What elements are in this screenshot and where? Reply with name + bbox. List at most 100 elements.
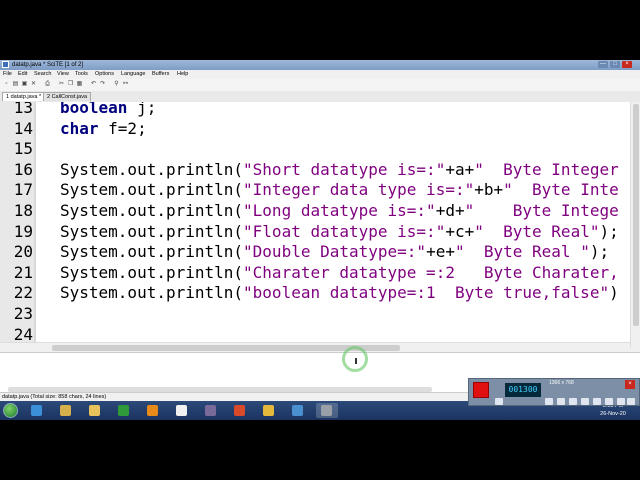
code-editor[interactable]: 13 boolean j; 14 char f=2; 15 16 System.out.pr… [0, 102, 640, 342]
code-token: ); [599, 221, 619, 241]
pause-icon[interactable] [495, 398, 503, 405]
new-icon[interactable]: ▫ [3, 81, 10, 88]
chrome-icon[interactable] [258, 403, 280, 418]
clock-date: 26-Nov-20 [600, 411, 626, 417]
copy-icon[interactable]: ❐ [67, 81, 74, 88]
media-player-icon-glyph [147, 405, 158, 416]
scite-icon[interactable] [316, 403, 338, 418]
close-window-button[interactable]: × [622, 61, 632, 68]
code-line[interactable]: 19 System.out.println("Float datatype is=… [0, 222, 630, 243]
save-icon[interactable]: ▣ [21, 81, 28, 88]
code-token: +c+ [445, 221, 475, 241]
vertical-scroll-thumb[interactable] [633, 104, 639, 326]
folder-icon[interactable] [84, 403, 106, 418]
string-token: " Byte Real " [454, 242, 590, 262]
menu-help[interactable]: Help [177, 70, 188, 79]
code-token: j; [127, 102, 157, 117]
files-icon-glyph [292, 405, 303, 416]
menu-language[interactable]: Language [121, 70, 145, 79]
code-token: System.out.println( [60, 221, 244, 241]
code-line[interactable]: 18 System.out.println("Long datatype is=:… [0, 201, 630, 222]
ie-icon[interactable] [26, 403, 48, 418]
paste-icon[interactable]: ▦ [76, 81, 83, 88]
mic-icon[interactable] [557, 398, 565, 405]
keyword-token: char [60, 118, 99, 138]
tab-callconst[interactable]: 2 CallConst.java [43, 92, 92, 101]
code-line[interactable]: 22 System.out.println("boolean datatype=:… [0, 283, 630, 304]
line-code: System.out.println("Long datatype is=:"+… [60, 201, 619, 222]
line-number: 14 [13, 118, 33, 138]
pen-icon[interactable] [593, 398, 601, 405]
settings-icon[interactable] [581, 398, 589, 405]
vertical-scrollbar[interactable] [630, 102, 640, 348]
code-token: ) [609, 283, 619, 303]
print-icon[interactable]: ⎙ [44, 81, 51, 88]
gear-icon[interactable] [617, 398, 625, 405]
network-icon-glyph [205, 405, 216, 416]
close-icon[interactable]: ✕ [30, 81, 37, 88]
menu-edit[interactable]: Edit [18, 70, 27, 79]
replace-icon[interactable]: ⚯ [122, 81, 129, 88]
start-button[interactable] [3, 403, 18, 418]
code-line[interactable]: 14 char f=2; [0, 119, 630, 140]
code-token: System.out.println( [60, 180, 244, 200]
open-icon[interactable]: ▤ [12, 81, 19, 88]
code-line[interactable]: 20 System.out.println("Double Datatype=:"… [0, 242, 630, 263]
undo-icon[interactable]: ↶ [90, 81, 97, 88]
editor-icon[interactable] [171, 403, 193, 418]
line-code: System.out.println("boolean datatype=:1 … [60, 283, 619, 304]
menu-file[interactable]: File [3, 70, 12, 79]
webcam-icon[interactable] [569, 398, 577, 405]
line-number: 24 [13, 324, 33, 342]
tab-datatp[interactable]: 1 datatp.java * [2, 92, 46, 101]
cut-icon[interactable]: ✂ [58, 81, 65, 88]
line-number: 22 [13, 283, 33, 303]
string-token: "Double Datatype=:" [243, 242, 427, 262]
network-icon[interactable] [200, 403, 222, 418]
volume-icon[interactable] [545, 398, 553, 405]
files-icon[interactable] [287, 403, 309, 418]
code-line[interactable]: 17 System.out.println("Integer data type … [0, 180, 630, 201]
minimize-button[interactable]: — [598, 61, 608, 68]
string-token: "boolean datatype=:1 Byte true,false" [243, 283, 610, 303]
line-number: 20 [13, 242, 33, 262]
recording-timer: 001300 [505, 383, 541, 397]
chrome-green-icon[interactable] [113, 403, 135, 418]
code-line[interactable]: 23 [0, 304, 630, 325]
menu-buffers[interactable]: Buffers [152, 70, 169, 79]
code-line[interactable]: 16 System.out.println("Short datatype is=… [0, 160, 630, 181]
record-stop-button[interactable] [473, 382, 489, 398]
redo-icon[interactable]: ↷ [99, 81, 106, 88]
scite-app-icon [2, 61, 9, 68]
menu-view[interactable]: View [57, 70, 69, 79]
menu-tools[interactable]: Tools [75, 70, 88, 79]
media-player-icon[interactable] [142, 403, 164, 418]
recorder-close-button[interactable]: × [625, 380, 635, 389]
code-token: +e+ [426, 242, 455, 262]
window-title: datatp.java * SciTE [1 of 2] [12, 62, 84, 68]
string-token: "Integer data type is=:" [243, 180, 475, 200]
line-number: 17 [13, 180, 33, 200]
text-cursor-icon [355, 358, 357, 364]
scite-icon-glyph [321, 405, 332, 416]
code-line[interactable]: 21 System.out.println("Charater datatype … [0, 263, 630, 284]
code-token: f=2; [98, 118, 147, 138]
info-icon[interactable] [627, 398, 635, 405]
code-token: +b+ [474, 180, 504, 200]
find-icon[interactable]: ⚲ [113, 81, 120, 88]
code-line[interactable]: 24 [0, 325, 630, 342]
menu-search[interactable]: Search [34, 70, 51, 79]
string-token: "Long datatype is=:" [243, 201, 436, 220]
explorer-icon[interactable] [55, 403, 77, 418]
menu-bar: File Edit Search View Tools Options Lang… [0, 70, 640, 79]
zoom-icon[interactable] [605, 398, 613, 405]
recorder-icon[interactable] [229, 403, 251, 418]
code-token: System.out.println( [60, 242, 244, 262]
maximize-button[interactable]: □ [610, 61, 620, 68]
menu-options[interactable]: Options [95, 70, 114, 79]
chrome-icon-glyph [263, 405, 274, 416]
line-number: 15 [13, 139, 33, 159]
code-token: System.out.println( [60, 262, 244, 282]
code-line[interactable]: 15 [0, 139, 630, 160]
code-line[interactable]: 13 boolean j; [0, 102, 630, 119]
